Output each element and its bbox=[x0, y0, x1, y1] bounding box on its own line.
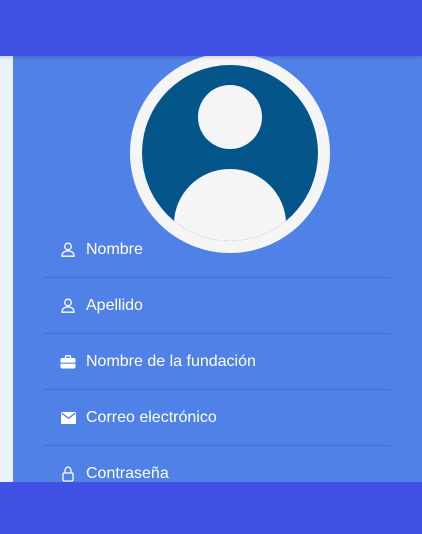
avatar[interactable] bbox=[130, 53, 330, 253]
first-name-label: Nombre bbox=[86, 240, 143, 258]
last-name-label: Apellido bbox=[86, 296, 143, 314]
email-field[interactable]: Correo electrónico bbox=[44, 390, 390, 446]
password-label: Contraseña bbox=[86, 464, 169, 482]
avatar-body bbox=[174, 169, 286, 241]
bottom-bar bbox=[0, 482, 422, 534]
person-outline-icon bbox=[60, 242, 76, 258]
lock-icon bbox=[60, 466, 76, 482]
foundation-name-label: Nombre de la fundación bbox=[86, 352, 256, 370]
last-name-field[interactable]: Apellido bbox=[44, 278, 390, 334]
avatar-head bbox=[198, 85, 262, 149]
email-label: Correo electrónico bbox=[86, 408, 217, 426]
person-outline-icon bbox=[60, 298, 76, 314]
foundation-name-field[interactable]: Nombre de la fundación bbox=[44, 334, 390, 390]
briefcase-icon bbox=[60, 354, 76, 370]
envelope-icon bbox=[60, 410, 76, 426]
default-avatar-icon bbox=[142, 65, 318, 241]
top-app-bar bbox=[0, 0, 422, 56]
